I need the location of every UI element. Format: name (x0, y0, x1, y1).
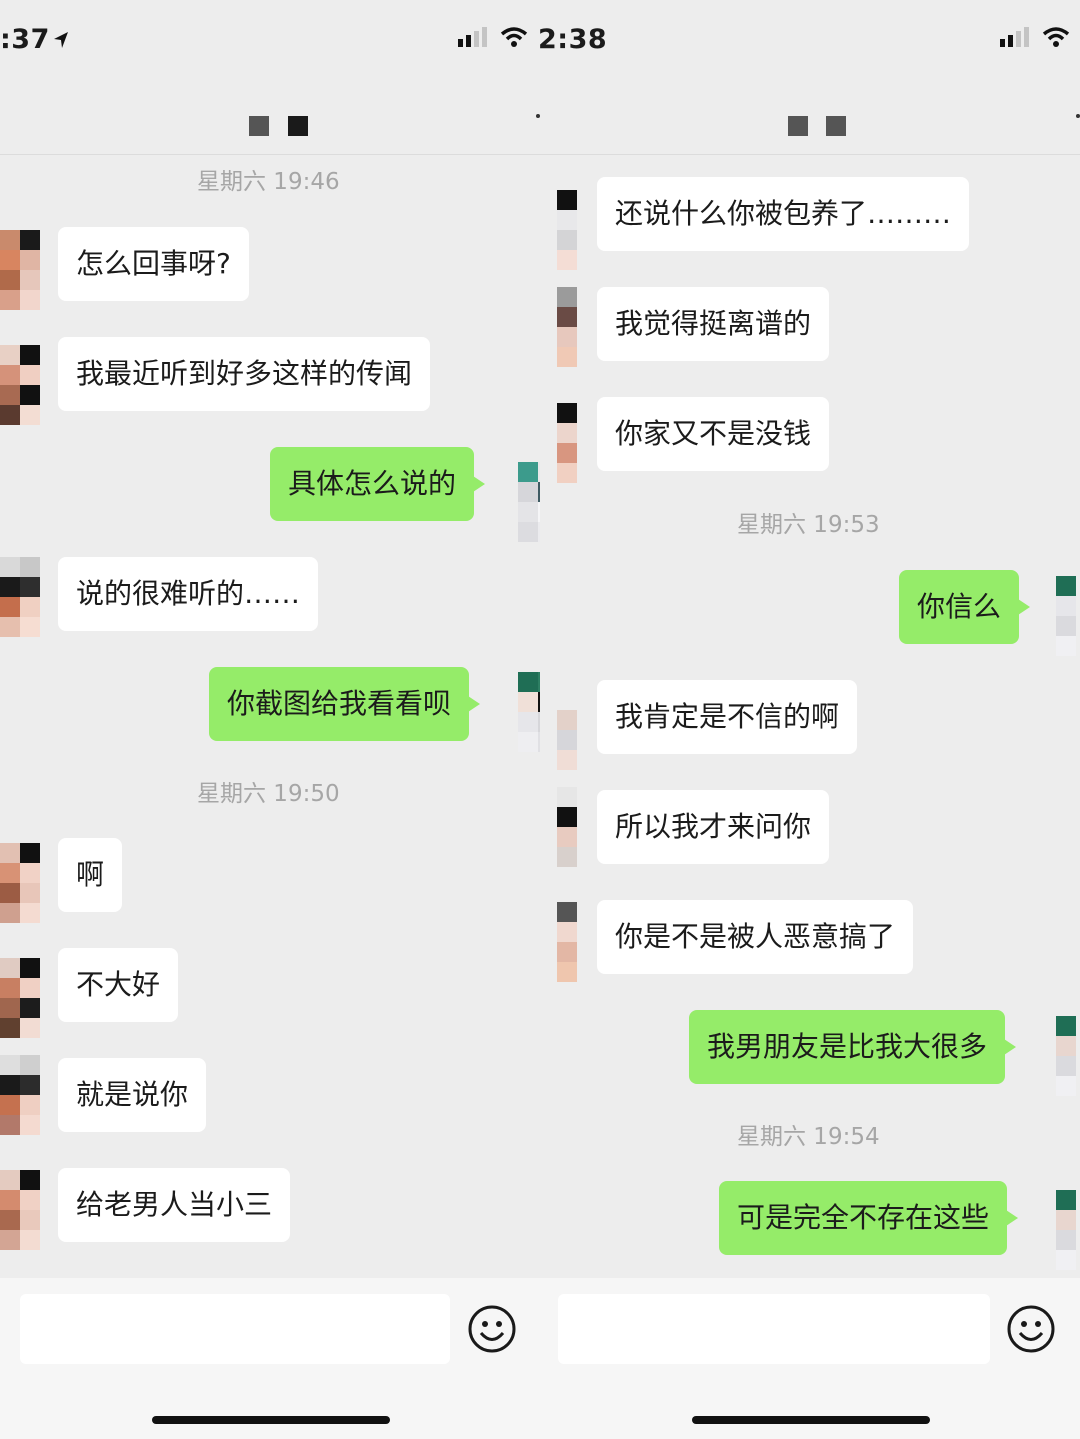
smiley-icon[interactable] (1006, 1304, 1056, 1354)
timestamp: 星期六 19:53 (737, 512, 880, 538)
signal-icon (1000, 27, 1029, 47)
status-bar-time: 2:38 (540, 24, 608, 55)
wifi-icon (500, 27, 528, 47)
message-bubble-outgoing[interactable]: 你截图给我看看呗 (209, 667, 481, 741)
avatar[interactable] (557, 190, 597, 270)
signal-icon (458, 27, 487, 47)
redacted-title (288, 116, 308, 136)
status-bar-time: :37 (0, 24, 50, 55)
message-bubble-incoming[interactable]: 就是说你 (58, 1058, 207, 1132)
avatar[interactable] (557, 787, 597, 867)
avatar[interactable] (0, 958, 40, 1038)
avatar[interactable] (0, 557, 40, 637)
chat-header (0, 78, 540, 155)
home-indicator (152, 1416, 390, 1424)
home-indicator (692, 1416, 930, 1424)
message-bubble-incoming[interactable]: 怎么回事呀? (58, 227, 249, 301)
input-bar (0, 1278, 540, 1439)
wifi-icon (1042, 27, 1070, 47)
avatar[interactable] (518, 672, 540, 752)
message-bubble-incoming[interactable]: 我最近听到好多这样的传闻 (58, 337, 431, 411)
avatar[interactable] (0, 345, 40, 425)
message-bubble-incoming[interactable]: 不大好 (58, 948, 179, 1022)
message-bubble-incoming[interactable]: 给老男人当小三 (58, 1168, 291, 1242)
status-icons (458, 26, 528, 48)
avatar[interactable] (0, 1170, 40, 1250)
redacted-title (788, 116, 808, 136)
avatar[interactable] (0, 1055, 40, 1135)
input-bar (540, 1278, 1080, 1439)
avatar[interactable] (1056, 1190, 1080, 1270)
message-bubble-outgoing[interactable]: 可是完全不存在这些 (719, 1181, 1019, 1255)
timestamp: 星期六 19:50 (197, 781, 340, 807)
avatar[interactable] (518, 462, 540, 542)
message-bubble-incoming[interactable]: 说的很难听的…… (58, 557, 319, 631)
message-bubble-outgoing[interactable]: 我男朋友是比我大很多 (689, 1010, 1017, 1084)
message-bubble-incoming[interactable]: 你家又不是没钱 (597, 397, 830, 471)
message-bubble-outgoing[interactable]: 你信么 (899, 570, 1031, 644)
message-bubble-incoming[interactable]: 所以我才来问你 (597, 790, 830, 864)
message-bubble-incoming[interactable]: 你是不是被人恶意搞了 (597, 900, 914, 974)
message-input[interactable] (20, 1294, 450, 1364)
avatar[interactable] (557, 690, 597, 770)
chat-header (540, 78, 1080, 155)
avatar[interactable] (557, 403, 597, 483)
chat-screenshot-left: :37 星期六 19:46 怎么回事呀? 我最近听到好多这样的传闻 具体怎么说的 (0, 0, 540, 1439)
timestamp: 星期六 19:54 (737, 1124, 880, 1150)
smiley-icon[interactable] (467, 1304, 517, 1354)
avatar[interactable] (0, 843, 40, 923)
avatar[interactable] (1056, 576, 1080, 656)
message-input[interactable] (558, 1294, 990, 1364)
message-bubble-outgoing[interactable]: 具体怎么说的 (270, 447, 486, 521)
more-icon[interactable] (1076, 114, 1080, 118)
avatar[interactable] (557, 287, 597, 367)
message-bubble-incoming[interactable]: 啊 (58, 838, 123, 912)
message-bubble-incoming[interactable]: 我肯定是不信的啊 (597, 680, 858, 754)
location-arrow-icon (54, 32, 68, 48)
avatar[interactable] (0, 230, 40, 310)
status-icons (1000, 26, 1070, 48)
avatar[interactable] (557, 902, 597, 982)
avatar[interactable] (1056, 1016, 1080, 1096)
redacted-title (249, 116, 269, 136)
message-bubble-incoming[interactable]: 还说什么你被包养了……… (597, 177, 970, 251)
timestamp: 星期六 19:46 (197, 169, 340, 195)
redacted-title (826, 116, 846, 136)
message-bubble-incoming[interactable]: 我觉得挺离谱的 (597, 287, 830, 361)
chat-screenshot-right: 2:38 还说什么你被包养了……… 我觉得挺离谱的 你家又不是没钱 星期六 19… (540, 0, 1080, 1439)
